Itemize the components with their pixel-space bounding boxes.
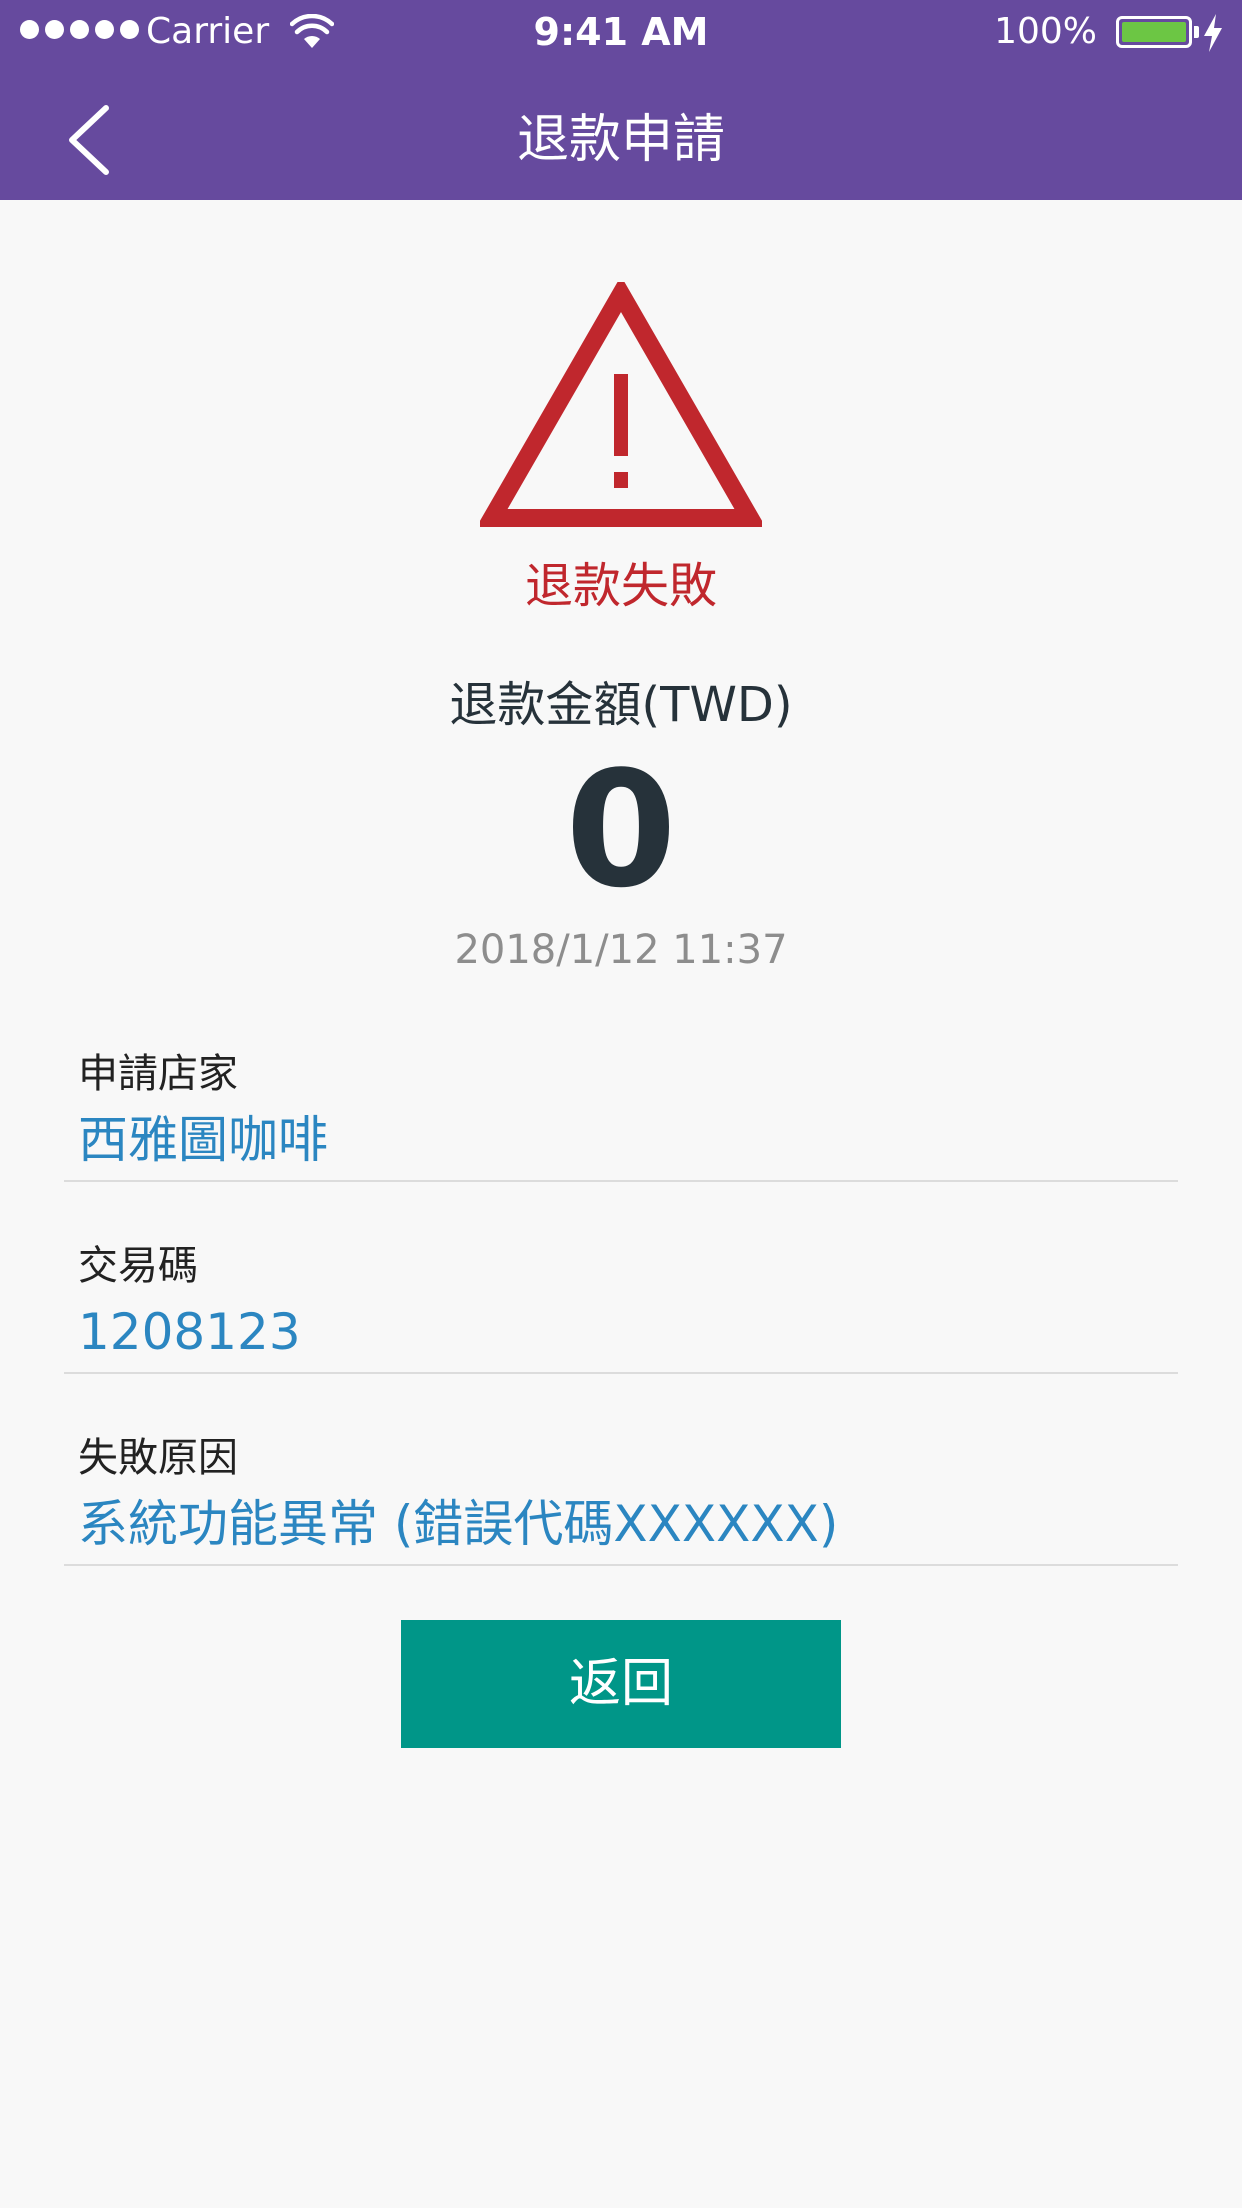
refund-amount-label: 退款金額(TWD) xyxy=(449,677,793,733)
failure-reason-value: 系統功能異常 (錯誤代碼XXXXXX) xyxy=(78,1495,839,1553)
page-title: 退款申請 xyxy=(516,110,725,170)
battery-percentage: 100% xyxy=(994,11,1097,52)
app-header: Carrier 9:41 AM 100% 退款申請 xyxy=(0,0,1242,200)
refund-amount-value: 0 xyxy=(565,736,677,923)
refund-timestamp: 2018/1/12 11:37 xyxy=(454,927,788,973)
merchant-value: 西雅圖咖啡 xyxy=(78,1111,328,1169)
failure-reason-label: 失敗原因 xyxy=(78,1435,238,1481)
transaction-code-label: 交易碼 xyxy=(78,1243,198,1289)
refund-status-text: 退款失敗 xyxy=(524,558,717,614)
status-bar: Carrier 9:41 AM 100% xyxy=(0,0,1242,64)
warning-triangle-icon xyxy=(480,282,762,527)
merchant-row: 申請店家 西雅圖咖啡 xyxy=(64,1010,1178,1182)
failure-reason-row: 失敗原因 系統功能異常 (錯誤代碼XXXXXX) xyxy=(64,1394,1178,1566)
battery-icon xyxy=(1116,16,1192,48)
merchant-label: 申請店家 xyxy=(78,1051,238,1097)
charging-bolt-icon xyxy=(1204,14,1222,52)
transaction-code-value: 1208123 xyxy=(78,1303,301,1361)
return-button[interactable]: 返回 xyxy=(401,1620,841,1748)
transaction-code-row: 交易碼 1208123 xyxy=(64,1202,1178,1374)
